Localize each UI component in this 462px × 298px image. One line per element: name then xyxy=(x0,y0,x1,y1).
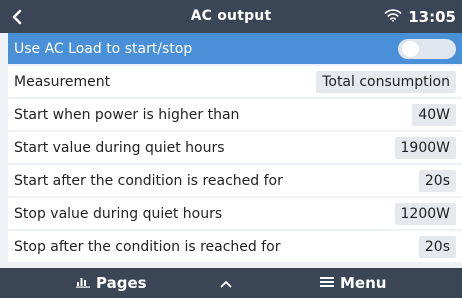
setting-label: Measurement xyxy=(14,73,111,90)
setting-label: Stop value during quiet hours xyxy=(14,205,223,222)
settings-list: Use AC Load to start/stop Measurement To… xyxy=(8,33,462,264)
clock-time: 13:05 xyxy=(408,7,456,26)
toggle-knob xyxy=(402,40,419,57)
wifi-icon xyxy=(384,7,402,26)
menu-button[interactable]: Menu xyxy=(320,268,386,298)
setting-row-start-quiet[interactable]: Start value during quiet hours 1900W xyxy=(8,132,462,163)
setting-row-measurement[interactable]: Measurement Total consumption xyxy=(8,66,462,97)
setting-label: Use AC Load to start/stop xyxy=(14,40,193,57)
screen: AC output 13:05 Use AC Load to start/sto… xyxy=(0,0,462,298)
bar-chart-icon xyxy=(76,274,90,292)
setting-label: Stop after the condition is reached for xyxy=(14,238,281,255)
setting-value: 20s xyxy=(418,169,456,192)
setting-value: Total consumption xyxy=(316,70,456,93)
setting-row-stop-after[interactable]: Stop after the condition is reached for … xyxy=(8,231,462,262)
setting-row-start-power[interactable]: Start when power is higher than 40W xyxy=(8,99,462,130)
setting-label: Start value during quiet hours xyxy=(14,139,225,156)
menu-label: Menu xyxy=(340,274,387,292)
setting-row-start-after[interactable]: Start after the condition is reached for… xyxy=(8,165,462,196)
top-bar: AC output 13:05 xyxy=(0,0,462,33)
hamburger-icon xyxy=(320,274,334,292)
pages-label: Pages xyxy=(96,274,147,292)
setting-row-use-ac-load[interactable]: Use AC Load to start/stop xyxy=(8,33,462,64)
status-area: 13:05 xyxy=(384,0,456,33)
setting-value: 20s xyxy=(418,235,456,258)
setting-value: 1200W xyxy=(394,202,456,225)
chevron-up-icon xyxy=(220,274,232,292)
setting-value: 40W xyxy=(412,103,456,126)
setting-label: Start after the condition is reached for xyxy=(14,172,283,189)
scroll-up-button[interactable] xyxy=(220,268,232,298)
setting-value: 1900W xyxy=(394,136,456,159)
setting-row-stop-quiet[interactable]: Stop value during quiet hours 1200W xyxy=(8,198,462,229)
ac-load-toggle[interactable] xyxy=(398,38,456,59)
setting-label: Start when power is higher than xyxy=(14,106,240,123)
pages-button[interactable]: Pages xyxy=(76,268,147,298)
bottom-bar: Pages Menu xyxy=(0,268,462,298)
